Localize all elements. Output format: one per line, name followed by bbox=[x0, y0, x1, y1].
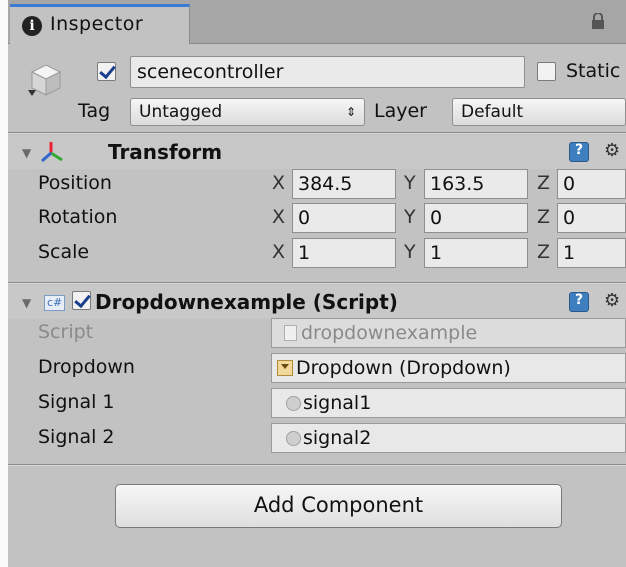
axis-x-label: X bbox=[272, 206, 286, 228]
scale-x-field[interactable]: 1 bbox=[292, 238, 396, 268]
tag-label: Tag bbox=[78, 100, 111, 122]
axis-y-label: Y bbox=[404, 206, 416, 228]
position-label: Position bbox=[38, 172, 112, 194]
axis-z-label: Z bbox=[537, 172, 551, 194]
signal1-reference-value: signal1 bbox=[303, 392, 372, 414]
layer-dropdown[interactable]: Default bbox=[452, 98, 626, 126]
layer-label: Layer bbox=[374, 100, 427, 122]
divider bbox=[8, 464, 626, 466]
gameobject-ref-icon bbox=[286, 396, 301, 411]
tag-value: Untagged bbox=[139, 102, 223, 122]
static-checkbox[interactable] bbox=[537, 62, 556, 81]
position-y-field[interactable]: 163.5 bbox=[424, 169, 528, 199]
axis-y-label: Y bbox=[404, 172, 416, 194]
info-icon: i bbox=[22, 16, 42, 36]
divider bbox=[8, 282, 626, 284]
axis-z-label: Z bbox=[537, 241, 551, 263]
divider bbox=[8, 132, 626, 134]
help-icon[interactable] bbox=[569, 142, 589, 162]
tab-title: Inspector bbox=[50, 13, 144, 35]
gameobject-ref-icon bbox=[286, 431, 301, 446]
signal2-label: Signal 2 bbox=[38, 426, 115, 448]
dropdown-reference-field[interactable]: Dropdown (Dropdown) bbox=[271, 353, 626, 383]
position-z-field[interactable]: 0 bbox=[557, 169, 626, 199]
settings-icon[interactable]: ⚙ bbox=[604, 290, 620, 311]
rotation-y-field[interactable]: 0 bbox=[424, 203, 528, 233]
dropdown-label: Dropdown bbox=[38, 356, 135, 378]
script-reference-field: dropdownexample bbox=[271, 318, 626, 348]
position-x-field[interactable]: 384.5 bbox=[292, 169, 396, 199]
signal1-label: Signal 1 bbox=[38, 391, 115, 413]
script-reference-value: dropdownexample bbox=[301, 322, 478, 344]
scale-y-field[interactable]: 1 bbox=[424, 238, 528, 268]
transform-axes-icon bbox=[40, 140, 64, 164]
csharp-script-icon: c# bbox=[44, 295, 66, 311]
axis-x-label: X bbox=[272, 172, 286, 194]
dropdown-reference-value: Dropdown (Dropdown) bbox=[296, 357, 511, 379]
gameobject-icon bbox=[26, 60, 66, 100]
scale-label: Scale bbox=[38, 241, 90, 263]
tag-dropdown[interactable]: Untagged ⇕ bbox=[130, 98, 365, 126]
layer-value: Default bbox=[461, 102, 524, 122]
axis-y-label: Y bbox=[404, 241, 416, 263]
transform-header[interactable] bbox=[8, 135, 626, 169]
axis-x-label: X bbox=[272, 241, 286, 263]
signal2-reference-value: signal2 bbox=[303, 427, 372, 449]
settings-icon[interactable]: ⚙ bbox=[604, 140, 620, 161]
signal1-reference-field[interactable]: signal1 bbox=[271, 388, 626, 418]
updown-arrows-icon: ⇕ bbox=[345, 105, 356, 119]
add-component-button[interactable]: Add Component bbox=[115, 484, 562, 528]
lock-icon[interactable] bbox=[591, 12, 605, 29]
scale-z-field[interactable]: 1 bbox=[557, 238, 626, 268]
script-component-title: Dropdownexample (Script) bbox=[95, 290, 398, 314]
transform-title: Transform bbox=[108, 140, 223, 164]
rotation-z-field[interactable]: 0 bbox=[557, 203, 626, 233]
signal2-reference-field[interactable]: signal2 bbox=[271, 423, 626, 453]
active-checkbox[interactable] bbox=[97, 62, 116, 81]
rotation-label: Rotation bbox=[38, 206, 118, 228]
script-file-icon bbox=[284, 325, 297, 341]
name-field[interactable]: scenecontroller bbox=[130, 56, 525, 88]
help-icon[interactable] bbox=[569, 292, 589, 312]
rotation-x-field[interactable]: 0 bbox=[292, 203, 396, 233]
static-label: Static bbox=[566, 60, 621, 82]
component-enabled-checkbox[interactable] bbox=[72, 291, 91, 310]
fold-arrow-icon[interactable]: ▼ bbox=[22, 296, 31, 310]
tab-inspector[interactable]: i Inspector bbox=[10, 4, 190, 44]
axis-z-label: Z bbox=[537, 206, 551, 228]
script-label: Script bbox=[38, 321, 94, 343]
fold-arrow-icon[interactable]: ▼ bbox=[22, 146, 31, 160]
dropdown-component-icon bbox=[277, 360, 293, 376]
